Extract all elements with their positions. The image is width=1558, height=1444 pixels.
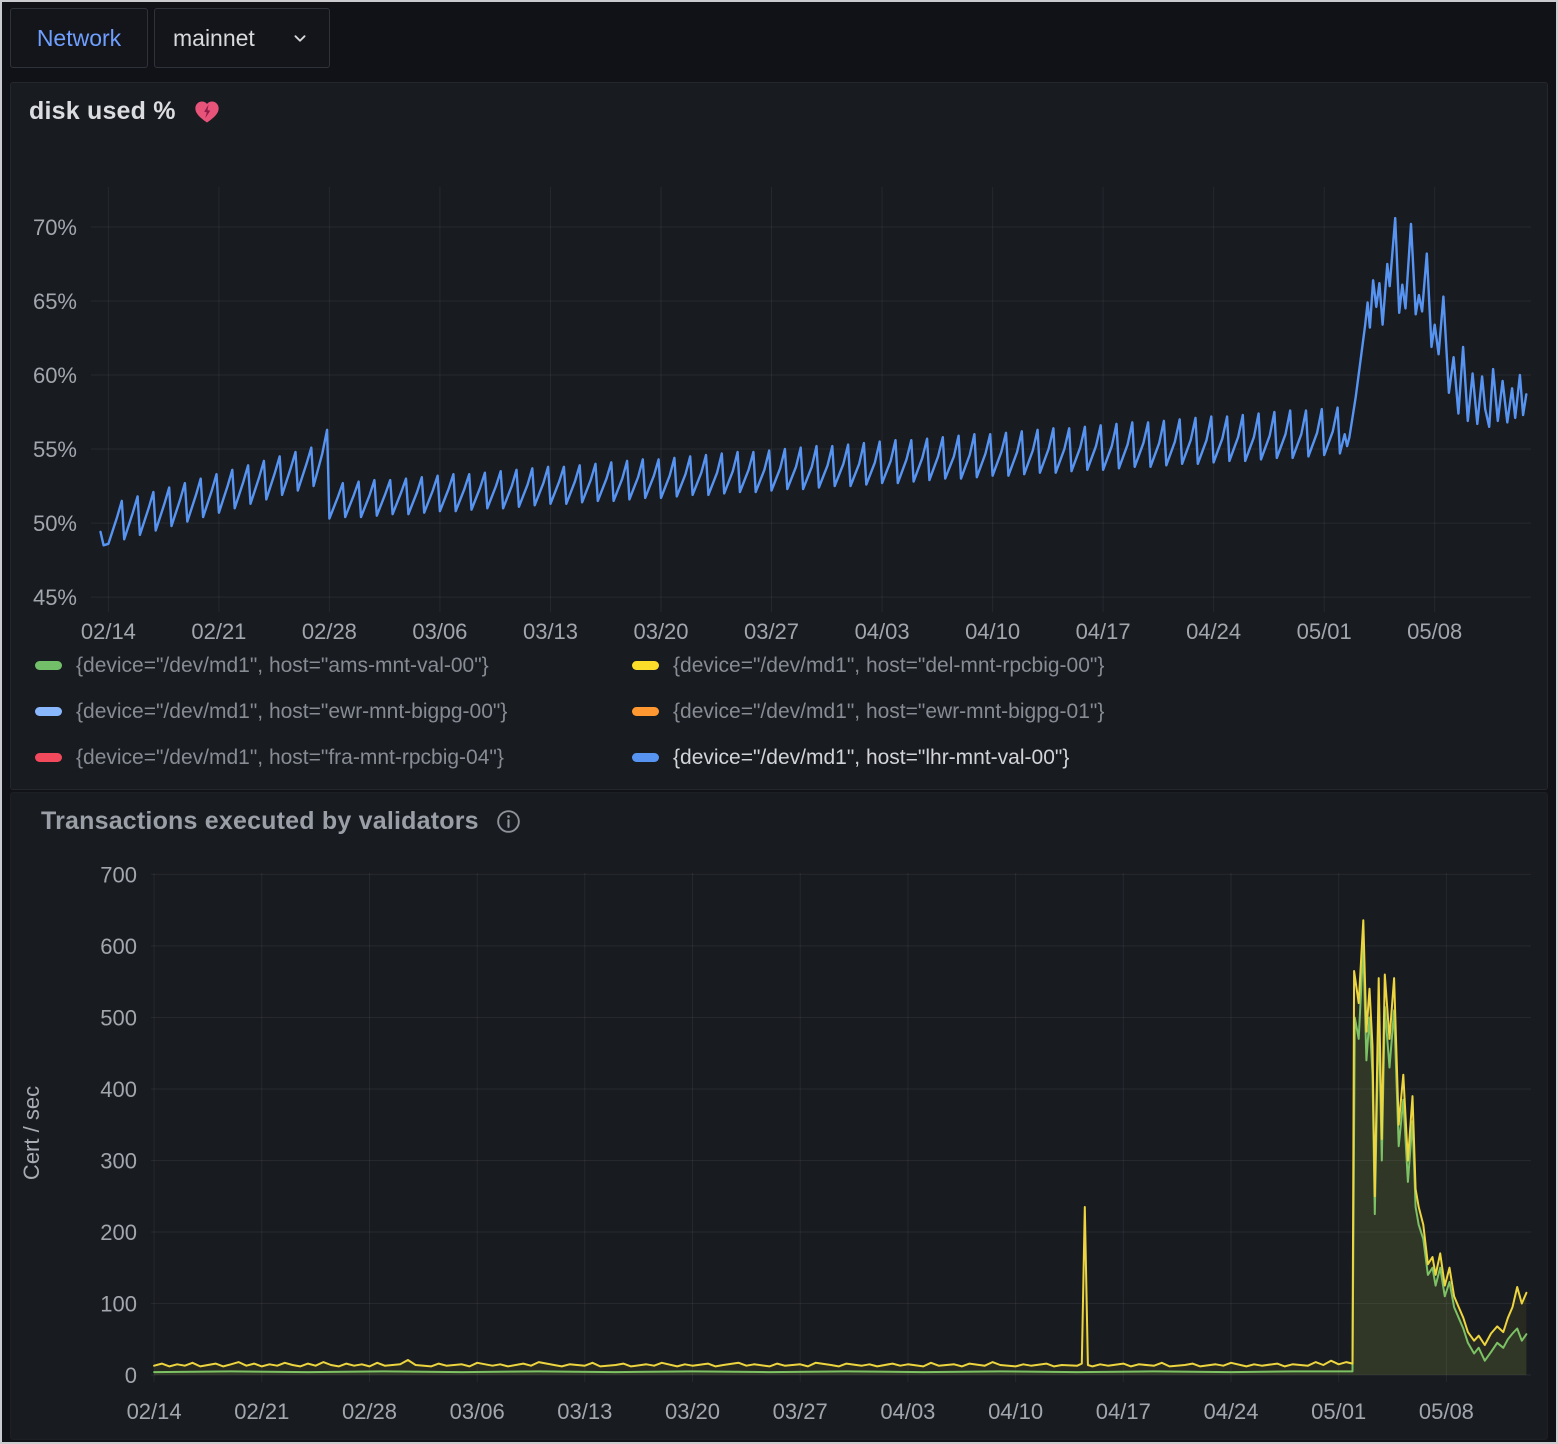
svg-text:02/21: 02/21 (191, 619, 246, 644)
legend-label: {device="/dev/md1", host="ewr-mnt-bigpg-… (673, 700, 1104, 724)
svg-text:02/14: 02/14 (81, 619, 136, 644)
panel-disk-used: disk used % 45% 50% 55% 60% 65% 70% 02/14 02/21… (10, 82, 1548, 790)
legend-item-ewr-mnt-bigpg-01[interactable]: {device="/dev/md1", host="ewr-mnt-bigpg-… (632, 695, 1104, 728)
svg-text:45%: 45% (33, 585, 77, 610)
svg-text:600: 600 (100, 934, 137, 959)
legend-item-ewr-mnt-bigpg-00[interactable]: {device="/dev/md1", host="ewr-mnt-bigpg-… (35, 695, 632, 728)
svg-text:02/28: 02/28 (302, 619, 357, 644)
legend-item-lhr-mnt-val-00[interactable]: {device="/dev/md1", host="lhr-mnt-val-00… (632, 741, 1104, 774)
legend-item-del-mnt-rpcbig-00[interactable]: {device="/dev/md1", host="del-mnt-rpcbig… (632, 649, 1104, 682)
network-variable-label-text: Network (37, 25, 121, 52)
svg-text:200: 200 (100, 1220, 137, 1245)
panel-transactions-header: Transactions executed by validators (29, 807, 522, 836)
svg-text:02/21: 02/21 (234, 1399, 289, 1424)
svg-text:05/08: 05/08 (1419, 1399, 1474, 1424)
svg-text:03/06: 03/06 (412, 619, 467, 644)
legend-item-ams-mnt-val-00[interactable]: {device="/dev/md1", host="ams-mnt-val-00… (35, 649, 632, 682)
svg-text:04/03: 04/03 (880, 1399, 935, 1424)
series-color-swatch (632, 661, 659, 670)
series-color-swatch (632, 753, 659, 762)
svg-text:04/17: 04/17 (1096, 1399, 1151, 1424)
svg-text:03/06: 03/06 (450, 1399, 505, 1424)
legend-label: {device="/dev/md1", host="ams-mnt-val-00… (76, 654, 489, 678)
svg-text:04/24: 04/24 (1186, 619, 1241, 644)
svg-text:400: 400 (100, 1077, 137, 1102)
series-color-swatch (35, 707, 62, 716)
panel-transactions-title[interactable]: Transactions executed by validators (41, 807, 479, 836)
broken-heart-icon (192, 98, 222, 126)
panel-transactions: Transactions executed by validators Cert… (10, 792, 1548, 1440)
svg-text:04/17: 04/17 (1076, 619, 1131, 644)
svg-text:02/14: 02/14 (127, 1399, 182, 1424)
svg-text:04/24: 04/24 (1203, 1399, 1258, 1424)
grafana-dashboard: Network mainnet disk used % 45% 50% 55% 60%… (0, 0, 1558, 1444)
svg-text:500: 500 (100, 1006, 137, 1031)
legend-label: {device="/dev/md1", host="fra-mnt-rpcbig… (76, 746, 504, 770)
legend-label: {device="/dev/md1", host="del-mnt-rpcbig… (673, 654, 1104, 678)
network-variable-dropdown[interactable]: mainnet (154, 8, 330, 68)
svg-text:300: 300 (100, 1149, 137, 1174)
series-color-swatch (35, 661, 62, 670)
legend-label: {device="/dev/md1", host="ewr-mnt-bigpg-… (76, 700, 507, 724)
svg-text:55%: 55% (33, 437, 77, 462)
legend-item-fra-mnt-rpcbig-04[interactable]: {device="/dev/md1", host="fra-mnt-rpcbig… (35, 741, 632, 774)
svg-text:03/20: 03/20 (633, 619, 688, 644)
svg-text:04/10: 04/10 (988, 1399, 1043, 1424)
svg-text:03/27: 03/27 (773, 1399, 828, 1424)
svg-text:70%: 70% (33, 215, 77, 240)
chevron-down-icon (289, 27, 311, 49)
svg-text:04/10: 04/10 (965, 619, 1020, 644)
svg-text:65%: 65% (33, 289, 77, 314)
svg-text:03/13: 03/13 (557, 1399, 612, 1424)
svg-text:05/08: 05/08 (1407, 619, 1462, 644)
network-variable-value: mainnet (173, 25, 255, 52)
svg-text:03/13: 03/13 (523, 619, 578, 644)
svg-text:700: 700 (100, 862, 137, 887)
panel-disk-header: disk used % (29, 97, 222, 126)
info-icon[interactable] (495, 808, 522, 835)
svg-text:0: 0 (125, 1363, 137, 1388)
network-variable-label[interactable]: Network (10, 8, 148, 68)
svg-text:03/20: 03/20 (665, 1399, 720, 1424)
svg-text:05/01: 05/01 (1311, 1399, 1366, 1424)
svg-text:60%: 60% (33, 363, 77, 388)
variable-toolbar: Network mainnet (2, 2, 1556, 80)
transactions-chart[interactable]: 0 100 200 300 400 500 600 700 02/14 02/21 02/28 03/… (11, 793, 1547, 1439)
svg-text:02/28: 02/28 (342, 1399, 397, 1424)
legend-label: {device="/dev/md1", host="lhr-mnt-val-00… (673, 746, 1069, 770)
series-color-swatch (35, 753, 62, 762)
svg-text:03/27: 03/27 (744, 619, 799, 644)
series-color-swatch (632, 707, 659, 716)
svg-text:04/03: 04/03 (855, 619, 910, 644)
svg-text:05/01: 05/01 (1297, 619, 1352, 644)
svg-text:100: 100 (100, 1292, 137, 1317)
panel-disk-title[interactable]: disk used % (29, 97, 176, 126)
svg-text:50%: 50% (33, 511, 77, 536)
disk-chart-legend: {device="/dev/md1", host="ams-mnt-val-00… (35, 649, 1104, 774)
y-axis-title-text: Cert / sec (19, 1086, 45, 1180)
